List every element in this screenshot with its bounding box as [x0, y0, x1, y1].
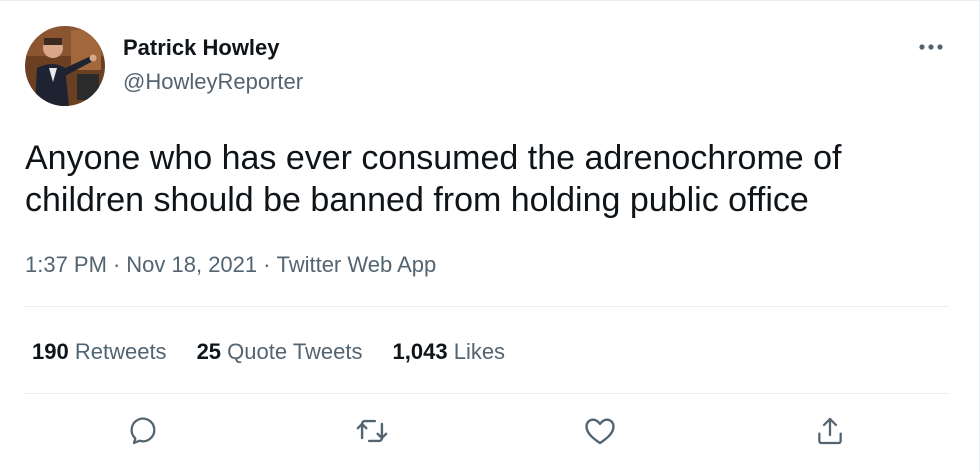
more-options-button[interactable] — [908, 31, 954, 63]
likes-stat[interactable]: 1,043 Likes — [393, 338, 506, 366]
retweets-label: Retweets — [74, 339, 167, 364]
likes-label: Likes — [453, 339, 506, 364]
tweet-card: Patrick Howley @HowleyReporter Anyone wh… — [0, 0, 980, 472]
meta-separator: · — [263, 252, 271, 277]
quote-tweets-label: Quote Tweets — [227, 339, 363, 364]
tweet-date[interactable]: Nov 18, 2021 — [126, 252, 257, 277]
likes-count: 1,043 — [392, 339, 448, 364]
like-button[interactable] — [578, 409, 622, 453]
tweet-meta: 1:37 PM · Nov 18, 2021 · Twitter Web App — [25, 251, 436, 279]
heart-icon — [585, 418, 615, 445]
quote-tweets-stat[interactable]: 25 Quote Tweets — [197, 338, 363, 366]
meta-separator: · — [112, 252, 121, 277]
avatar[interactable] — [25, 26, 105, 106]
author-display-name[interactable]: Patrick Howley — [123, 35, 280, 61]
tweet-text: Anyone who has ever consumed the adrenoc… — [25, 139, 842, 219]
author-handle[interactable]: @HowleyReporter — [123, 69, 303, 95]
share-button[interactable] — [808, 409, 852, 453]
divider — [25, 393, 949, 394]
retweets-count: 190 — [32, 339, 69, 364]
reply-icon — [130, 417, 156, 445]
reply-button[interactable] — [122, 409, 166, 453]
quote-tweets-count: 25 — [196, 339, 222, 364]
tweet-source[interactable]: Twitter Web App — [276, 252, 436, 277]
avatar-photo-icon — [25, 26, 105, 106]
more-horizontal-icon — [919, 44, 943, 50]
tweet-stats: 190 Retweets 25 Quote Tweets 1,043 Likes — [32, 338, 535, 366]
retweet-icon — [356, 419, 388, 443]
tweet-actions — [25, 409, 949, 459]
tweet-time[interactable]: 1:37 PM — [25, 252, 107, 277]
share-icon — [818, 417, 842, 445]
divider — [25, 306, 949, 307]
retweet-button[interactable] — [350, 409, 394, 453]
retweets-stat[interactable]: 190 Retweets — [32, 338, 167, 366]
